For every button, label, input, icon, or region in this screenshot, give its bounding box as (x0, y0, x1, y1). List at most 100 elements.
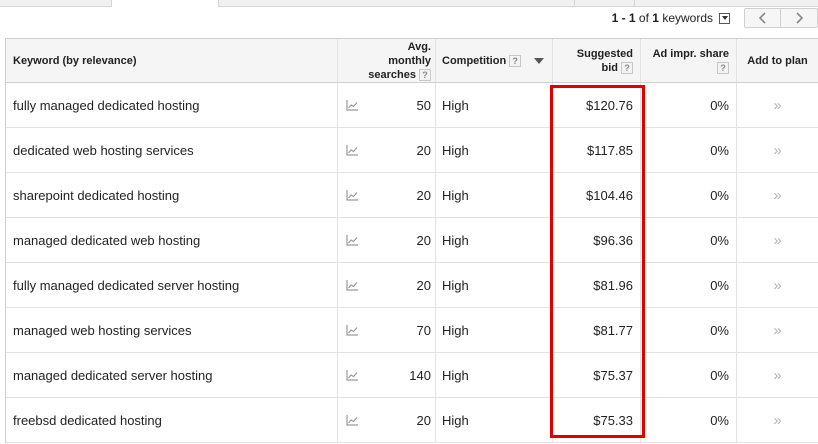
impr-share-cell: 0% (641, 308, 737, 352)
tab-active[interactable] (113, 0, 218, 8)
competition-cell: High (442, 322, 469, 338)
impr-share-cell: 0% (641, 398, 737, 442)
header-add-to-plan: Add to plan (747, 54, 808, 67)
bid-cell: $104.46 (553, 173, 641, 217)
add-to-plan-button[interactable]: » (737, 308, 818, 352)
tab-inactive-right[interactable] (218, 0, 818, 7)
table-header-row: Keyword (by relevance) Avg. monthly sear… (6, 39, 818, 83)
bid-cell: $81.96 (553, 263, 641, 307)
pagination: 1 - 1 of 1 keywords (612, 8, 818, 28)
searches-cell: 20 (367, 398, 436, 442)
tab-inactive-left[interactable] (0, 0, 112, 7)
next-page-button[interactable] (781, 8, 818, 28)
trend-chart-icon[interactable] (338, 353, 367, 397)
trend-chart-icon[interactable] (338, 308, 367, 352)
keyword-table: Keyword (by relevance) Avg. monthly sear… (5, 38, 818, 443)
sort-spacer (536, 83, 553, 127)
sort-spacer (536, 218, 553, 262)
table-body: fully managed dedicated hosting 50 High … (6, 83, 818, 443)
add-to-plan-button[interactable]: » (737, 128, 818, 172)
sort-control[interactable] (534, 39, 553, 82)
trend-icon (346, 234, 358, 246)
header-avg-monthly-searches[interactable]: Avg. monthly searches? (367, 39, 436, 82)
keyword-cell: freebsd dedicated hosting (6, 398, 338, 442)
trend-chart-icon[interactable] (338, 173, 367, 217)
header-bid-line2: bid? (602, 61, 633, 75)
help-icon[interactable]: ? (717, 62, 729, 74)
add-to-plan-button[interactable]: » (737, 218, 818, 262)
help-icon[interactable]: ? (621, 61, 633, 74)
sort-spacer (536, 173, 553, 217)
prev-page-button[interactable] (744, 8, 781, 28)
searches-cell: 20 (367, 263, 436, 307)
trend-chart-icon[interactable] (338, 128, 367, 172)
trend-chart-icon[interactable] (338, 218, 367, 262)
table-row: dedicated web hosting services 20 High $… (6, 128, 818, 173)
double-chevron-right-icon: » (773, 366, 782, 384)
sort-down-icon (534, 57, 544, 64)
impr-share-cell: 0% (641, 218, 737, 262)
add-to-plan-button[interactable]: » (737, 173, 818, 217)
tab-divider (634, 0, 635, 7)
double-chevron-right-icon: » (773, 186, 782, 204)
table-row: sharepoint dedicated hosting 20 High $10… (6, 173, 818, 218)
searches-cell: 50 (367, 83, 436, 127)
pagination-dropdown-icon[interactable] (719, 12, 730, 24)
trend-chart-icon[interactable] (338, 83, 367, 127)
add-to-plan-button[interactable]: » (737, 263, 818, 307)
header-keyword[interactable]: Keyword (by relevance) (6, 39, 338, 82)
trend-chart-icon[interactable] (338, 398, 367, 442)
trend-icon (346, 414, 358, 426)
double-chevron-right-icon: » (773, 231, 782, 249)
competition-cell: High (442, 277, 469, 293)
trend-icon (346, 99, 358, 111)
header-avg-line1: Avg. monthly (388, 40, 431, 67)
pagination-count: 1 - 1 of 1 keywords (612, 11, 713, 25)
trend-icon (346, 369, 358, 381)
header-avg-line2-text: searches (368, 68, 416, 81)
double-chevron-right-icon: » (773, 321, 782, 339)
competition-cell: High (442, 232, 469, 248)
add-to-plan-button[interactable]: » (737, 353, 818, 397)
bid-cell: $120.76 (553, 83, 641, 127)
keyword-cell: managed dedicated web hosting (6, 218, 338, 262)
bid-cell: $75.37 (553, 353, 641, 397)
competition-cell: High (442, 97, 469, 113)
competition-cell: High (442, 187, 469, 203)
help-icon[interactable]: ? (419, 68, 431, 81)
add-to-plan-button[interactable]: » (737, 83, 818, 127)
header-competition[interactable]: Competition? (436, 39, 536, 82)
table-row: managed web hosting services 70 High $81… (6, 308, 818, 353)
sort-spacer (536, 263, 553, 307)
sort-spacer (536, 353, 553, 397)
trend-chart-icon[interactable] (338, 263, 367, 307)
competition-cell: High (442, 367, 469, 383)
table-row: fully managed dedicated hosting 50 High … (6, 83, 818, 128)
bid-cell: $117.85 (553, 128, 641, 172)
double-chevron-right-icon: » (773, 96, 782, 114)
double-chevron-right-icon: » (773, 276, 782, 294)
bid-cell: $81.77 (553, 308, 641, 352)
header-competition-text: Competition (442, 54, 507, 67)
table-row: fully managed dedicated server hosting 2… (6, 263, 818, 308)
searches-cell: 70 (367, 308, 436, 352)
searches-cell: 140 (367, 353, 436, 397)
searches-cell: 20 (367, 128, 436, 172)
header-ad-impr-share[interactable]: Ad impr. share ? (641, 39, 737, 82)
tab-strip (0, 0, 818, 8)
pagination-total: 1 (652, 11, 659, 25)
add-to-plan-button[interactable]: » (737, 398, 818, 442)
bid-cell: $96.36 (553, 218, 641, 262)
searches-cell: 20 (367, 173, 436, 217)
impr-share-cell: 0% (641, 173, 737, 217)
chevron-right-icon (795, 12, 803, 24)
trend-icon (346, 279, 358, 291)
header-suggested-bid[interactable]: Suggested bid? (553, 39, 641, 82)
keyword-cell: sharepoint dedicated hosting (6, 173, 338, 217)
table-row: managed dedicated web hosting 20 High $9… (6, 218, 818, 263)
help-icon[interactable]: ? (509, 54, 522, 67)
trend-icon (346, 189, 358, 201)
bid-cell: $75.33 (553, 398, 641, 442)
impr-share-cell: 0% (641, 263, 737, 307)
keyword-cell: managed web hosting services (6, 308, 338, 352)
